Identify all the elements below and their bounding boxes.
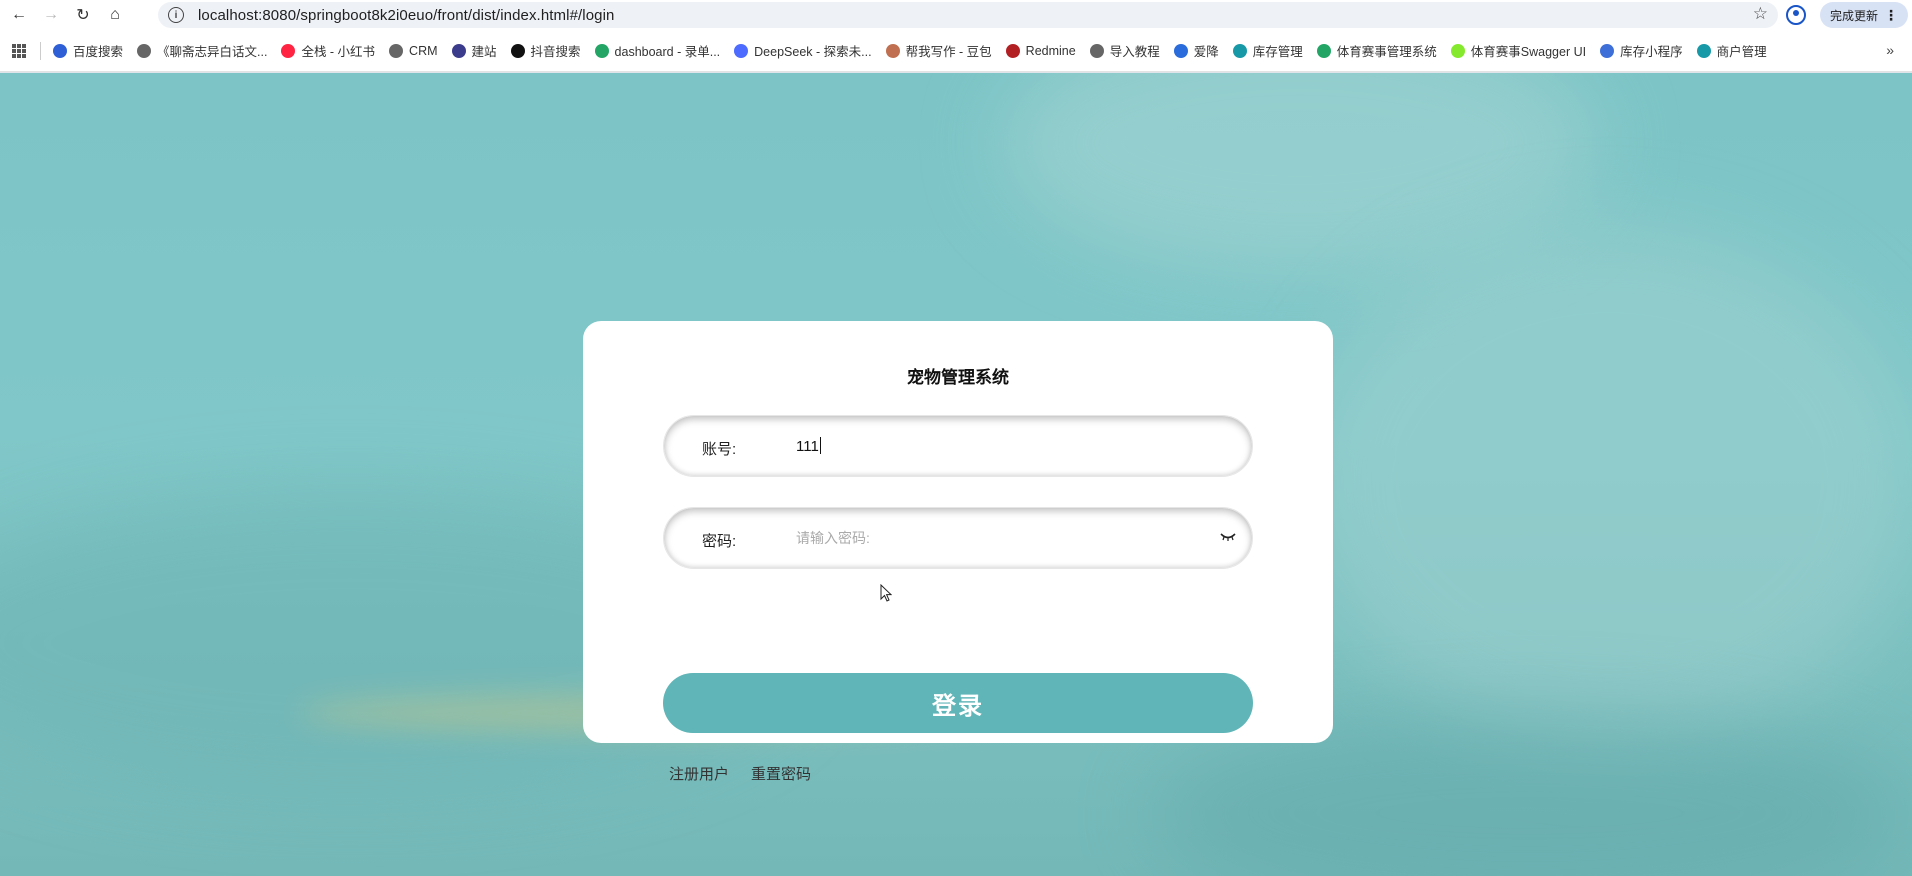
bookmarks-divider <box>40 41 41 60</box>
bookmark-favicon-icon <box>1316 43 1331 58</box>
more-bookmarks-icon[interactable]: » <box>1886 42 1894 58</box>
text-caret <box>819 437 821 454</box>
bookmark-item[interactable]: 商户管理 <box>1696 41 1767 60</box>
bookmark-label: 库存管理 <box>1252 45 1303 59</box>
bookmark-item[interactable]: 库存管理 <box>1232 41 1303 60</box>
address-bar[interactable]: i localhost:8080/springboot8k2i0euo/fron… <box>158 2 1778 28</box>
account-label: 账号: <box>702 441 737 458</box>
bookmark-favicon-icon <box>1089 43 1104 58</box>
bookmark-label: 商户管理 <box>1716 45 1767 59</box>
bookmark-label: DeepSeek - 探索未... <box>754 45 872 59</box>
account-input[interactable]: 111 <box>796 437 821 455</box>
bookmark-item[interactable]: CRM <box>389 43 438 58</box>
bookmark-item[interactable]: 《聊斋志异白话文... <box>137 41 267 60</box>
bookmarks-bar: 百度搜索 《聊斋志异白话文... 全栈 - 小红书 CRM 建站 抖音搜索 dashboar… <box>0 30 1912 72</box>
bookmark-label: 帮我写作 - 豆包 <box>905 45 992 59</box>
bookmark-favicon-icon <box>1696 43 1711 58</box>
login-card: 宠物管理系统 账号: 111 密码: 登录 注册用户 重置密码 <box>583 321 1333 783</box>
apps-grid-icon[interactable] <box>12 43 26 58</box>
bookmark-label: 全栈 - 小红书 <box>301 45 376 59</box>
bookmark-list: 百度搜索 《聊斋志异白话文... 全栈 - 小红书 CRM 建站 抖音搜索 dashboar… <box>53 41 1781 60</box>
bookmark-favicon-icon <box>1232 43 1247 58</box>
bookmark-favicon-icon <box>510 43 525 58</box>
bookmark-label: 体育赛事管理系统 <box>1336 45 1437 59</box>
url-text[interactable]: localhost:8080/springboot8k2i0euo/front/… <box>198 7 614 24</box>
bookmark-star-icon[interactable]: ☆ <box>1753 4 1768 24</box>
auth-links: 注册用户 重置密码 <box>669 763 811 784</box>
background-blur-shape <box>1300 223 1912 743</box>
back-icon[interactable]: ← <box>6 2 32 28</box>
reset-password-link[interactable]: 重置密码 <box>751 763 811 784</box>
bookmark-favicon-icon <box>594 43 609 58</box>
eye-closed-icon[interactable] <box>1220 532 1236 542</box>
account-value: 111 <box>796 438 819 455</box>
site-info-icon[interactable]: i <box>168 7 184 23</box>
home-icon[interactable]: ⌂ <box>102 2 128 28</box>
register-link[interactable]: 注册用户 <box>669 763 729 784</box>
login-button[interactable]: 登录 <box>663 673 1253 733</box>
bookmark-favicon-icon <box>53 43 67 58</box>
bookmark-item[interactable]: 导入教程 <box>1089 41 1160 60</box>
bookmark-label: 导入教程 <box>1109 45 1160 59</box>
login-page: 宠物管理系统 账号: 111 密码: 登录 注册用户 重置密码 <box>0 73 1912 876</box>
bookmark-label: Redmine <box>1025 43 1076 58</box>
update-button[interactable]: 完成更新 ⋮ <box>1820 2 1908 28</box>
bookmark-item[interactable]: DeepSeek - 探索未... <box>734 41 872 60</box>
password-field[interactable]: 密码: <box>663 507 1253 569</box>
bookmark-item[interactable]: 全栈 - 小红书 <box>281 41 375 60</box>
bookmark-label: CRM <box>409 43 438 58</box>
menu-icon: ⋮ <box>1884 6 1898 23</box>
bookmark-item[interactable]: dashboard - 录单... <box>594 41 721 60</box>
bookmark-favicon-icon <box>1450 43 1465 58</box>
mouse-cursor-icon <box>880 584 892 602</box>
bookmark-favicon-icon <box>1600 43 1615 58</box>
update-button-label: 完成更新 <box>1829 8 1878 23</box>
bookmark-favicon-icon <box>451 43 466 58</box>
bookmark-item[interactable]: 帮我写作 - 豆包 <box>885 41 992 60</box>
bookmark-item[interactable]: Redmine <box>1005 43 1076 58</box>
bookmark-label: 抖音搜索 <box>530 45 581 59</box>
bookmark-favicon-icon <box>885 43 900 58</box>
reload-icon[interactable]: ↻ <box>70 2 96 28</box>
bookmark-item[interactable]: 爱降 <box>1173 41 1219 60</box>
browser-toolbar: ← → ↻ ⌂ i localhost:8080/springboot8k2i0… <box>0 0 1912 30</box>
bookmark-item[interactable]: 体育赛事管理系统 <box>1316 41 1437 60</box>
bookmark-favicon-icon <box>389 43 404 58</box>
bookmark-favicon-icon <box>281 43 296 58</box>
bookmark-label: 百度搜索 <box>73 45 124 59</box>
bookmark-label: 体育赛事Swagger UI <box>1470 45 1587 59</box>
password-input[interactable] <box>796 526 1196 550</box>
bookmark-item[interactable]: 百度搜索 <box>53 41 123 60</box>
bookmark-label: 《聊斋志异白话文... <box>157 45 268 59</box>
bookmark-favicon-icon <box>137 43 152 58</box>
bookmark-favicon-icon <box>1005 43 1020 58</box>
forward-icon[interactable]: → <box>38 2 64 28</box>
account-field[interactable]: 账号: 111 <box>663 415 1253 477</box>
bookmark-item[interactable]: 抖音搜索 <box>510 41 581 60</box>
bookmark-item[interactable]: 建站 <box>451 41 497 60</box>
page-title: 宠物管理系统 <box>907 368 1009 387</box>
password-label: 密码: <box>702 533 737 550</box>
bookmark-label: 建站 <box>471 45 497 59</box>
bookmark-favicon-icon <box>734 43 749 58</box>
profile-icon[interactable] <box>1786 5 1806 25</box>
bookmark-label: dashboard - 录单... <box>614 45 721 59</box>
bookmark-favicon-icon <box>1173 43 1188 58</box>
bookmark-item[interactable]: 库存小程序 <box>1600 41 1683 60</box>
bookmark-item[interactable]: 体育赛事Swagger UI <box>1450 41 1587 60</box>
bookmark-label: 爱降 <box>1193 45 1219 59</box>
bookmark-label: 库存小程序 <box>1620 45 1683 59</box>
